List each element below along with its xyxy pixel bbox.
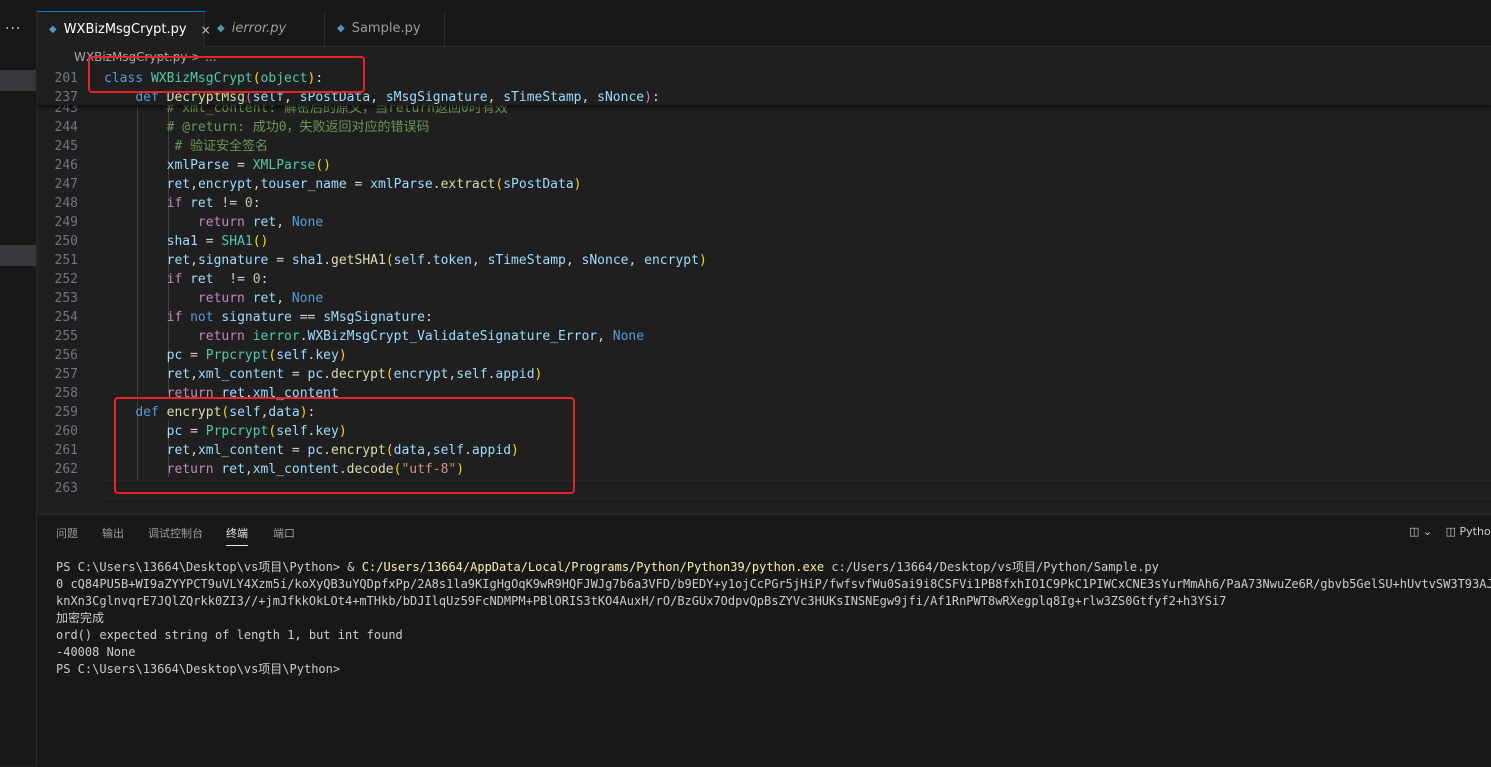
line-number: 237 xyxy=(54,90,78,105)
tab-wxbizmsgcrypt[interactable]: ◆ WXBizMsgCrypt.py × xyxy=(37,11,211,47)
code-text: if ret != 0: xyxy=(166,272,269,287)
line-number: 252 xyxy=(54,272,78,287)
title-bar-strip xyxy=(0,0,1491,11)
code-text: return ret, None xyxy=(197,291,324,306)
activity-item-selected-2[interactable] xyxy=(0,245,36,266)
line-number: 247 xyxy=(54,177,78,192)
line-number: 255 xyxy=(54,329,78,344)
tab-label: ierror.py xyxy=(231,21,287,36)
panel-tab-terminal[interactable]: 终端 xyxy=(226,525,248,546)
line-number: 254 xyxy=(54,310,78,325)
code-text: # @return: 成功0，失败返回对应的错误码 xyxy=(166,120,430,135)
line-number: 259 xyxy=(54,405,78,420)
terminal-instance-label[interactable]: Pytho xyxy=(1460,525,1491,538)
line-number: 250 xyxy=(54,234,78,249)
line-number: 253 xyxy=(54,291,78,306)
code-text: if not signature == sMsgSignature: xyxy=(166,310,433,325)
code-text: return ierror.WXBizMsgCrypt_ValidateSign… xyxy=(197,329,645,344)
more-icon[interactable]: ··· xyxy=(5,21,21,37)
line-number: 244 xyxy=(54,120,78,135)
code-text: ret,signature = sha1.getSHA1(self.token,… xyxy=(166,253,707,268)
code-text: ret,encrypt,touser_name = xmlParse.extra… xyxy=(166,177,582,192)
terminal-line: 加密完成 xyxy=(56,611,105,625)
python-file-icon: ◆ xyxy=(337,23,345,34)
code-text: if ret != 0: xyxy=(166,196,261,211)
panel-tab-problems[interactable]: 问题 xyxy=(56,525,78,541)
panel-toolbar: ◫ ⌄ ◫ Pytho xyxy=(1409,525,1491,538)
line-number: 261 xyxy=(54,443,78,458)
code-text: pc = Prpcrypt(self.key) xyxy=(166,348,347,363)
line-number: 201 xyxy=(54,71,78,86)
editor-tab-bar: ◆ WXBizMsgCrypt.py × ◆ ierror.py ◆ Sampl… xyxy=(37,11,1491,47)
annotation-box-class xyxy=(88,56,365,93)
line-number: 260 xyxy=(54,424,78,439)
panel-tab-ports[interactable]: 端口 xyxy=(273,525,295,541)
python-file-icon: ◆ xyxy=(217,23,225,34)
code-text: xmlParse = XMLParse() xyxy=(166,158,332,173)
code-text: sha1 = SHA1() xyxy=(166,234,269,249)
code-text: # 验证安全签名 xyxy=(174,139,269,154)
panel-tab-output[interactable]: 输出 xyxy=(102,525,124,541)
split-terminal-icon[interactable]: ◫ ⌄ xyxy=(1409,525,1432,538)
tab-sample[interactable]: ◆ Sample.py xyxy=(325,11,445,46)
activity-item-selected[interactable] xyxy=(0,70,36,91)
bottom-panel: 问题 输出 调试控制台 终端 端口 ◫ ⌄ ◫ Pytho PS C:\User… xyxy=(37,514,1491,767)
tab-ierror[interactable]: ◆ ierror.py xyxy=(205,11,325,46)
code-text: return ret, None xyxy=(197,215,324,230)
annotation-box-encrypt xyxy=(114,397,575,494)
line-number: 249 xyxy=(54,215,78,230)
terminal-line: -40008 None xyxy=(56,645,136,659)
terminal-line: ord() expected string of length 1, but i… xyxy=(56,628,403,642)
terminal-line: 0 cQ84PU5B+WI9aZYYPCT9uVLY4Xzm5i/koXyQB3… xyxy=(56,577,1491,591)
code-text: ret,xml_content = pc.decrypt(encrypt,sel… xyxy=(166,367,543,382)
line-number: 258 xyxy=(54,386,78,401)
python-file-icon: ◆ xyxy=(49,24,57,35)
tab-label: WXBizMsgCrypt.py xyxy=(63,22,187,37)
line-number: 256 xyxy=(54,348,78,363)
line-number: 248 xyxy=(54,196,78,211)
line-number: 251 xyxy=(54,253,78,268)
terminal-python-icon[interactable]: ◫ xyxy=(1446,525,1456,538)
line-number: 257 xyxy=(54,367,78,382)
tab-label: Sample.py xyxy=(351,21,421,36)
terminal-line: knXn3CglnvqrE7JQlZQrkk0ZI3//+jmJfkkOkLOt… xyxy=(56,594,1227,608)
terminal-line: PS C:\Users\13664\Desktop\vs项目\Python> xyxy=(56,662,341,676)
line-number: 245 xyxy=(54,139,78,154)
panel-tab-debug-console[interactable]: 调试控制台 xyxy=(148,525,203,541)
line-number: 262 xyxy=(54,462,78,477)
line-number: 246 xyxy=(54,158,78,173)
activity-bar: ··· xyxy=(0,11,37,766)
terminal-line: PS C:\Users\13664\Desktop\vs项目\Python> &… xyxy=(56,560,1159,574)
line-number: 263 xyxy=(54,481,78,496)
